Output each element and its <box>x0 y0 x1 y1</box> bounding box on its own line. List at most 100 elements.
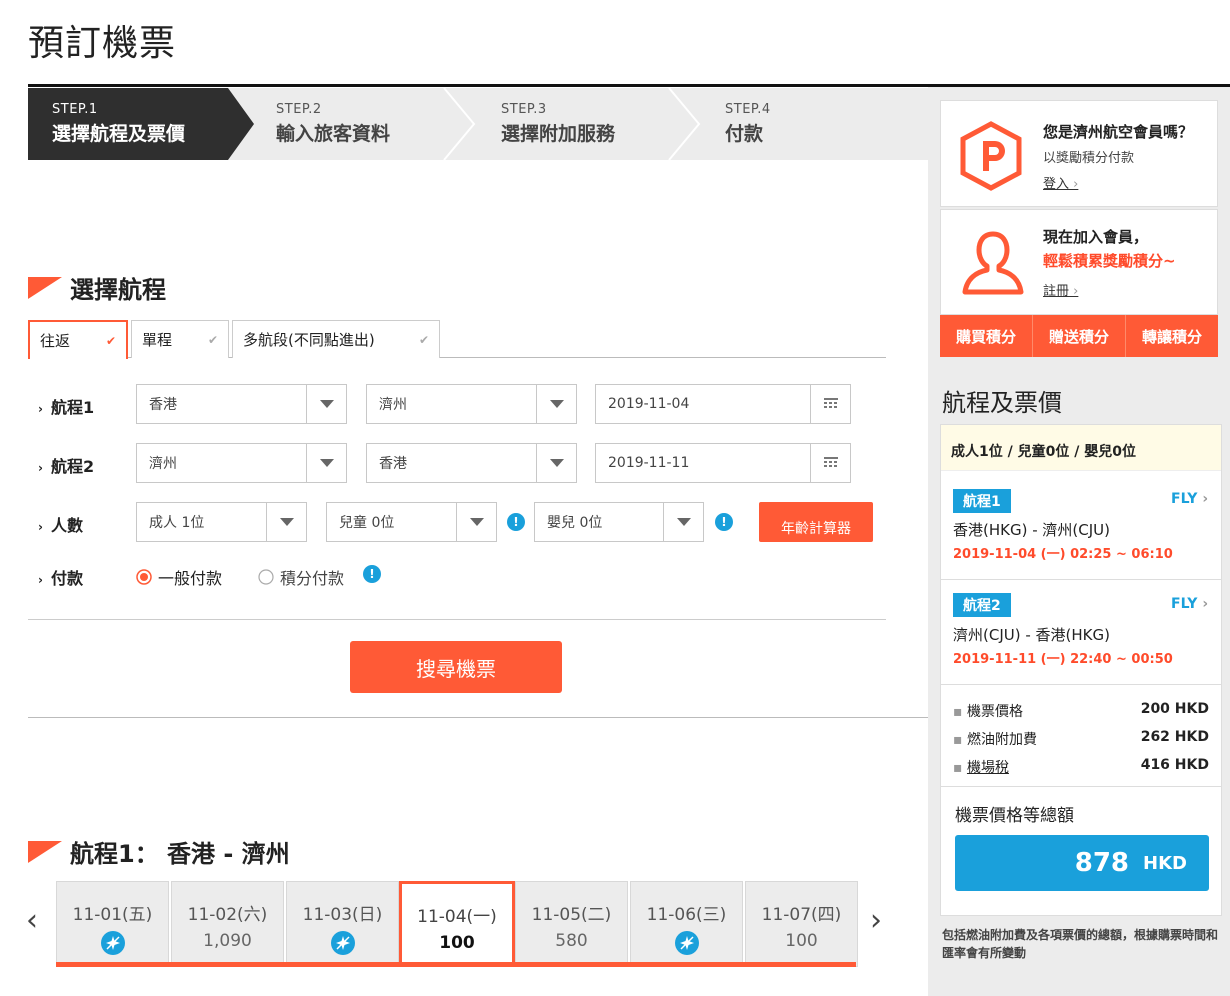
transfer-points-button[interactable]: 轉讓積分 <box>1126 315 1218 357</box>
price-label: 燃油附加費 <box>966 732 1037 748</box>
step-4: STEP.4 付款 <box>701 88 901 160</box>
points-buttons: 購買積分 贈送積分 轉讓積分 <box>940 315 1218 357</box>
chevron-down-icon <box>663 503 703 541</box>
step-4-label: 付款 <box>725 123 764 145</box>
child-select[interactable]: 兒童 0位 <box>326 502 497 542</box>
section-flag-icon <box>28 840 62 863</box>
date-tab[interactable]: 11-07(四) 100 <box>745 881 858 967</box>
pax-label: › 人數 <box>38 516 83 535</box>
tab-one-way-label: 單程 <box>142 331 173 349</box>
age-calculator-button[interactable]: 年齡計算器 <box>759 502 873 542</box>
date-price: 100 <box>439 933 475 953</box>
pax-label-text: 人數 <box>50 516 83 535</box>
date-label: 11-01(五) <box>72 905 153 925</box>
date-tabs-underline <box>56 962 856 967</box>
login-link[interactable]: 登入 › <box>1043 173 1078 192</box>
points-info-icon[interactable]: ! <box>363 565 381 583</box>
chevron-down-icon <box>306 385 346 423</box>
date-tab[interactable]: 11-05(二) 580 <box>515 881 628 967</box>
payment-normal-label: 一般付款 <box>158 569 223 588</box>
leg2-label: › 航程2 <box>38 457 95 476</box>
price-breakdown: ▪ 機票價格 200 HKD ▪ 燃油附加費 262 HKD ▪ 機場稅 416 HK… <box>953 701 1209 777</box>
payment-points-radio[interactable]: 積分付款 <box>258 565 344 589</box>
chevron-down-icon <box>536 444 576 482</box>
gift-points-button[interactable]: 贈送積分 <box>1033 315 1126 357</box>
leg1-date-field[interactable]: 2019-11-04 <box>595 384 851 424</box>
radio-checked-icon <box>136 569 152 585</box>
date-tab[interactable]: 11-02(六) 1,090 <box>171 881 284 967</box>
calendar-icon[interactable] <box>810 444 850 482</box>
infant-info-icon[interactable]: ! <box>715 513 733 531</box>
check-icon: ✔ <box>105 333 116 348</box>
summary-leg1: 航程1 <box>953 489 1011 513</box>
price-value: 262 HKD <box>1140 729 1209 745</box>
chevron-right-icon[interactable]: › <box>870 903 882 938</box>
step-3: STEP.3 選擇附加服務 <box>477 88 677 160</box>
leg2-from-value: 濟州 <box>149 456 177 472</box>
date-tab[interactable]: 11-01(五) <box>56 881 169 967</box>
check-icon: ✔ <box>207 332 218 347</box>
select-route-title: 選擇航程 <box>70 276 166 304</box>
price-label: 機票價格 <box>966 704 1023 720</box>
user-icon <box>962 231 1024 295</box>
date-tab[interactable]: 11-06(三) <box>630 881 743 967</box>
register-link[interactable]: 註冊 › <box>1043 280 1078 299</box>
date-label: 11-03(日) <box>302 905 383 925</box>
date-label: 11-07(四) <box>761 905 842 925</box>
adult-value: 成人 1位 <box>149 515 205 531</box>
radio-unchecked-icon <box>258 569 274 585</box>
leg1-to-value: 濟州 <box>379 397 407 413</box>
payment-normal-radio[interactable]: 一般付款 <box>136 565 222 589</box>
leg1-from-select[interactable]: 香港 <box>136 384 347 424</box>
adult-select[interactable]: 成人 1位 <box>136 502 307 542</box>
step-3-label: 選擇附加服務 <box>501 123 616 145</box>
payment-points-label: 積分付款 <box>280 569 345 588</box>
leg2-date-value: 2019-11-11 <box>608 455 690 471</box>
section-flag-icon <box>28 276 62 299</box>
date-label: 11-04(一) <box>417 907 497 927</box>
buy-points-button[interactable]: 購買積分 <box>940 315 1033 357</box>
step-2-label: 輸入旅客資料 <box>276 123 391 145</box>
leg2-to-select[interactable]: 香港 <box>366 443 577 483</box>
total-value: 878 <box>1074 848 1130 878</box>
date-tab[interactable]: 11-03(日) <box>286 881 399 967</box>
leg2-fly-link[interactable]: FLY › <box>1171 596 1208 612</box>
leg1-fly-link[interactable]: FLY › <box>1171 491 1208 507</box>
step-2-arrow <box>443 88 476 160</box>
chevron-left-icon[interactable]: ‹ <box>26 903 38 938</box>
select-route-heading: 選擇航程 <box>28 270 166 305</box>
leg1-from-value: 香港 <box>149 397 177 413</box>
join-subtext: 輕鬆積累獎勵積分~ <box>1043 252 1176 270</box>
tab-multi-city-label: 多航段(不同點進出) <box>243 331 375 349</box>
tab-round-trip[interactable]: 往返 ✔ <box>28 320 128 359</box>
search-flights-button[interactable]: 搜尋機票 <box>350 641 562 693</box>
trip-type-tabs: 往返 ✔ 單程 ✔ 多航段(不同點進出) ✔ <box>28 320 886 359</box>
chevron-down-icon <box>266 503 306 541</box>
leg2-from-select[interactable]: 濟州 <box>136 443 347 483</box>
payment-label: › 付款 <box>38 569 83 588</box>
price-row: ▪ 燃油附加費 262 HKD <box>953 729 1209 748</box>
date-label: 11-06(三) <box>646 905 727 925</box>
leg2-date-field[interactable]: 2019-11-11 <box>595 443 851 483</box>
flight1-heading: 航程1： 香港 - 濟州 <box>28 834 290 869</box>
leg1-label-text: 航程1 <box>50 398 95 417</box>
infant-select[interactable]: 嬰兒 0位 <box>534 502 704 542</box>
leg1-time: 2019-11-04 (一) 02:25 ~ 06:10 <box>953 547 1173 562</box>
airport-tax-link[interactable]: 機場稅 <box>967 760 1009 776</box>
date-price: 100 <box>785 931 818 951</box>
step-1-label: 選擇航程及票價 <box>52 123 186 145</box>
total-currency: HKD <box>1143 852 1187 874</box>
page-title: 預訂機票 <box>28 23 177 64</box>
date-tab-selected[interactable]: 11-04(一) 100 <box>399 881 515 967</box>
tab-multi-city[interactable]: 多航段(不同點進出) ✔ <box>232 320 440 358</box>
leg1-to-select[interactable]: 濟州 <box>366 384 577 424</box>
leg1-label: › 航程1 <box>38 398 95 417</box>
step-3-arrow <box>668 88 701 160</box>
child-info-icon[interactable]: ! <box>507 513 525 531</box>
pax-summary: 成人1位 / 兒童0位 / 嬰兒0位 <box>941 425 1221 471</box>
step-4-num: STEP.4 <box>725 102 771 117</box>
calendar-icon[interactable] <box>810 385 850 423</box>
tab-one-way[interactable]: 單程 ✔ <box>131 320 229 358</box>
step-3-num: STEP.3 <box>501 102 547 117</box>
price-row: ▪ 機場稅 416 HKD <box>953 757 1209 776</box>
